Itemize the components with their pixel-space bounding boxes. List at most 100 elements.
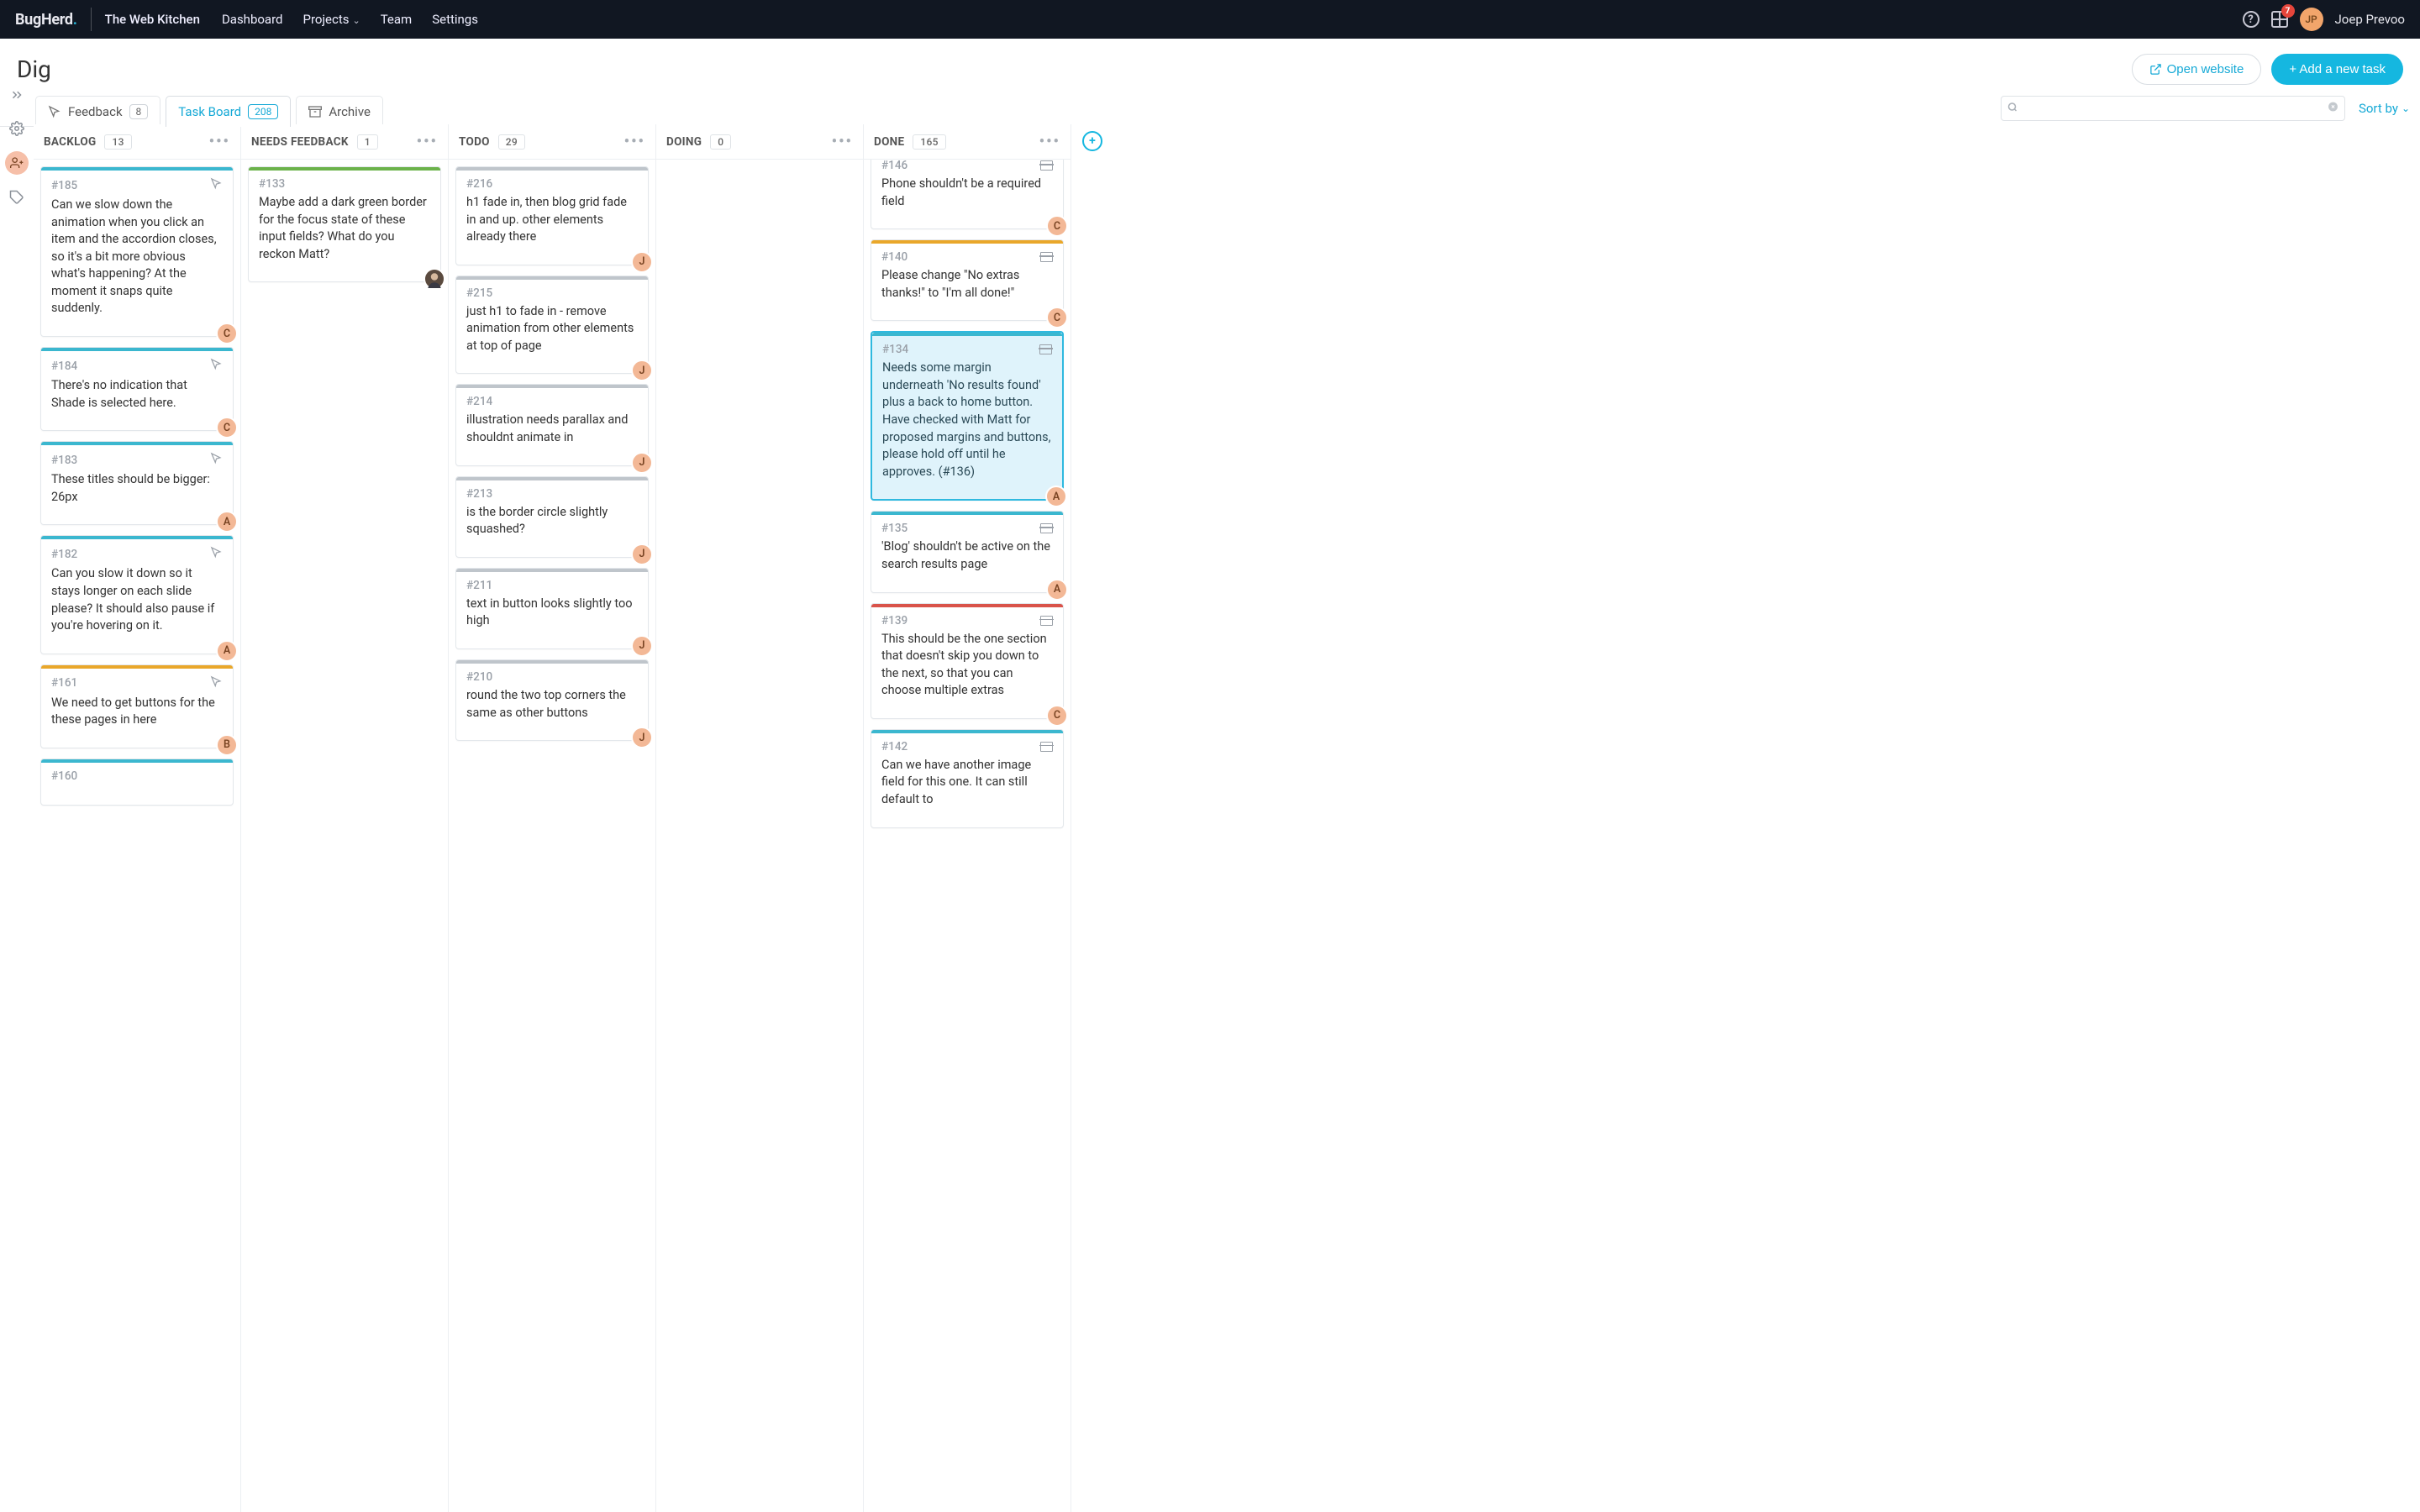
task-card[interactable]: #135 'Blog' shouldn't be active on the s…	[871, 511, 1064, 592]
column-done-count: 165	[913, 134, 945, 150]
column-todo: TODO 29 ••• #216 h1 fade in, then blog g…	[449, 124, 656, 1512]
archive-icon[interactable]	[1040, 742, 1053, 752]
card-text: Maybe add a dark green border for the fo…	[259, 194, 430, 263]
assignee-avatar[interactable]: C	[216, 323, 238, 344]
archive-icon[interactable]	[1040, 616, 1053, 626]
clear-search-button[interactable]	[2328, 102, 2338, 116]
archive-icon[interactable]	[1040, 523, 1053, 533]
column-backlog-title: BACKLOG	[44, 135, 96, 149]
card-text: round the two top corners the same as ot…	[466, 687, 638, 722]
add-column: +	[1071, 124, 1113, 1512]
column-done-menu[interactable]: •••	[1039, 133, 1060, 150]
nav-dashboard[interactable]: Dashboard	[222, 12, 283, 27]
task-card[interactable]: #142 Can we have another image field for…	[871, 729, 1064, 828]
assignee-avatar[interactable]: J	[631, 635, 653, 657]
task-card[interactable]: #211 text in button looks slightly too h…	[455, 568, 649, 649]
nav-settings[interactable]: Settings	[432, 12, 478, 27]
assignee-avatar[interactable]: J	[631, 360, 653, 381]
column-todo-body[interactable]: #216 h1 fade in, then blog grid fade in …	[449, 160, 655, 1512]
tag-icon	[9, 190, 24, 205]
task-card[interactable]: #183 These titles should be bigger: 26px…	[40, 441, 234, 525]
sort-by-button[interactable]: Sort by ⌄	[2359, 101, 2410, 116]
task-card[interactable]: #146 Phone shouldn't be a required field…	[871, 160, 1064, 229]
task-card[interactable]: #185 Can we slow down the animation when…	[40, 166, 234, 337]
column-done-body[interactable]: #146 Phone shouldn't be a required field…	[864, 160, 1071, 1512]
task-card[interactable]: #210 round the two top corners the same …	[455, 659, 649, 741]
cursor-icon	[210, 358, 223, 374]
card-id: #134	[882, 343, 908, 356]
task-card[interactable]: #214 illustration needs parallax and sho…	[455, 384, 649, 465]
help-icon[interactable]: ?	[2243, 11, 2260, 28]
assignee-avatar[interactable]: C	[1046, 307, 1068, 328]
task-card[interactable]: #216 h1 fade in, then blog grid fade in …	[455, 166, 649, 265]
assignee-avatar[interactable]: A	[1046, 579, 1068, 601]
column-needs-feedback-body[interactable]: #133 Maybe add a dark green border for t…	[241, 160, 448, 1512]
assignee-avatar[interactable]: C	[1046, 215, 1068, 237]
card-id: #139	[881, 614, 908, 627]
task-card[interactable]: #161 We need to get buttons for the thes…	[40, 664, 234, 748]
assignee-avatar[interactable]: B	[216, 734, 238, 756]
task-card-selected[interactable]: #134 Needs some margin underneath 'No re…	[871, 331, 1064, 501]
column-doing-menu[interactable]: •••	[832, 133, 853, 150]
assignee-avatar[interactable]: C	[216, 417, 238, 438]
card-text: This should be the one section that does…	[881, 631, 1053, 700]
column-doing-body[interactable]	[656, 160, 863, 1512]
open-website-button[interactable]: Open website	[2132, 54, 2262, 85]
card-text: Can we have another image field for this…	[881, 757, 1053, 809]
assignee-avatar[interactable]: A	[216, 640, 238, 662]
assignee-avatar[interactable]	[424, 268, 445, 290]
card-id: #213	[466, 487, 492, 501]
user-name[interactable]: Joep Prevoo	[2335, 12, 2405, 27]
assignee-avatar[interactable]: J	[631, 727, 653, 748]
task-card[interactable]: #184 There's no indication that Shade is…	[40, 347, 234, 431]
card-text: Please change "No extras thanks!" to "I'…	[881, 267, 1053, 302]
external-link-icon	[2149, 63, 2162, 76]
task-card[interactable]: #213 is the border circle slightly squas…	[455, 476, 649, 558]
archive-icon[interactable]	[1040, 160, 1053, 171]
gear-icon	[9, 121, 24, 136]
search-icon	[2007, 102, 2018, 115]
task-card[interactable]: #160	[40, 759, 234, 806]
notifications-button[interactable]: 7	[2271, 11, 2288, 28]
add-column-button[interactable]: +	[1082, 131, 1102, 151]
assignee-avatar[interactable]: A	[216, 511, 238, 533]
avatar[interactable]: JP	[2300, 8, 2323, 31]
tags-rail-button[interactable]	[6, 186, 28, 208]
add-task-button[interactable]: + Add a new task	[2271, 54, 2403, 85]
org-link[interactable]: The Web Kitchen	[105, 12, 200, 27]
assignee-avatar[interactable]: J	[631, 251, 653, 273]
archive-icon[interactable]	[1039, 344, 1052, 354]
column-done-title: DONE	[874, 135, 904, 149]
assignee-avatar[interactable]: J	[631, 543, 653, 565]
task-card[interactable]: #215 just h1 to fade in - remove animati…	[455, 276, 649, 375]
assignee-avatar[interactable]: C	[1046, 705, 1068, 727]
add-member-button[interactable]	[5, 151, 29, 175]
column-backlog-body[interactable]: #185 Can we slow down the animation when…	[34, 160, 240, 1512]
tab-task-board-count: 208	[248, 104, 278, 119]
column-needs-feedback-menu[interactable]: •••	[417, 133, 438, 150]
nav-right: ? 7 JP Joep Prevoo	[2243, 8, 2405, 31]
settings-rail-button[interactable]	[6, 118, 28, 139]
tab-archive[interactable]: Archive	[296, 96, 383, 127]
card-id: #214	[466, 395, 492, 408]
task-card[interactable]: #139 This should be the one section that…	[871, 603, 1064, 719]
task-card[interactable]: #140 Please change "No extras thanks!" t…	[871, 239, 1064, 321]
chevron-down-icon: ⌄	[2402, 102, 2410, 114]
archive-icon[interactable]	[1040, 252, 1053, 262]
column-todo-menu[interactable]: •••	[624, 133, 645, 150]
task-card[interactable]: #182 Can you slow it down so it stays lo…	[40, 535, 234, 654]
column-backlog-menu[interactable]: •••	[209, 133, 230, 150]
nav-projects[interactable]: Projects⌄	[302, 12, 360, 27]
expand-rail-button[interactable]	[6, 84, 28, 106]
logo[interactable]: BugHerd.	[15, 11, 77, 29]
tab-task-board[interactable]: Task Board 208	[166, 96, 291, 127]
nav-projects-label: Projects	[302, 12, 349, 27]
card-id: #183	[51, 454, 77, 467]
assignee-avatar[interactable]: J	[631, 452, 653, 474]
task-card[interactable]: #133 Maybe add a dark green border for t…	[248, 166, 441, 282]
search-input[interactable]	[2001, 96, 2345, 121]
archive-icon	[308, 105, 322, 118]
tab-feedback[interactable]: Feedback 8	[35, 96, 160, 127]
assignee-avatar[interactable]: A	[1045, 486, 1067, 507]
nav-team[interactable]: Team	[381, 12, 413, 27]
